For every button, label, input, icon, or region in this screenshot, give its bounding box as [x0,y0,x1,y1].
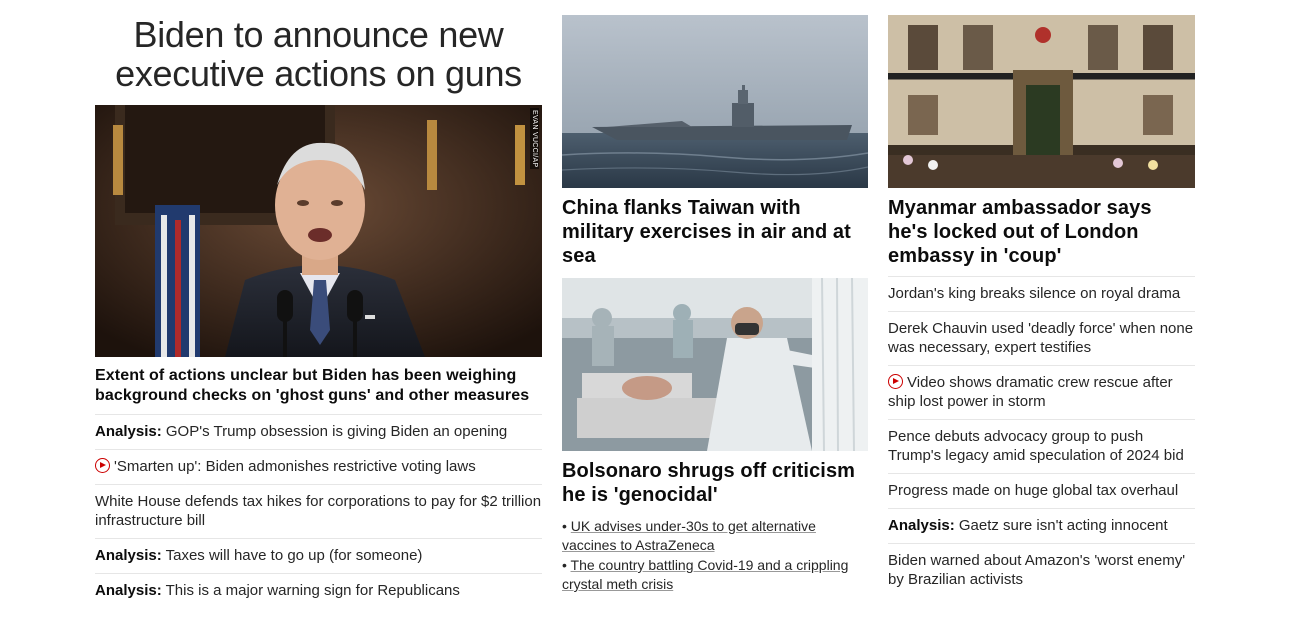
list-item[interactable]: • The country battling Covid-19 and a cr… [562,556,868,595]
list-item[interactable]: 'Smarten up': Biden admonishes restricti… [95,449,542,484]
link-text[interactable]: Gaetz sure isn't acting innocent [959,517,1168,534]
list-item[interactable]: Progress made on huge global tax overhau… [888,473,1195,508]
analysis-label: Analysis: [888,517,955,534]
myanmar-embassy-image[interactable] [888,15,1195,188]
left-related-links: Analysis: GOP's Trump obsession is givin… [95,414,542,608]
link-text[interactable]: Progress made on huge global tax overhau… [888,482,1178,499]
list-item[interactable]: Analysis: Gaetz sure isn't acting innoce… [888,508,1195,543]
list-item[interactable]: Biden warned about Amazon's 'worst enemy… [888,543,1195,597]
bolsonaro-headline[interactable]: Bolsonaro shrugs off criticism he is 'ge… [562,451,868,517]
lead-headline[interactable]: Biden to announce new executive actions … [95,15,542,105]
list-item[interactable]: White House defends tax hikes for corpor… [95,484,542,538]
bolsonaro-related-bullets: • UK advises under-30s to get alternativ… [562,517,868,595]
link-text[interactable]: Jordan's king breaks silence on royal dr… [888,285,1180,302]
analysis-label: Analysis: [95,582,162,599]
biden-podium-photo [95,105,542,357]
china-carrier-image[interactable] [562,15,868,188]
list-item[interactable]: Jordan's king breaks silence on royal dr… [888,276,1195,311]
hospital-ward-photo [562,278,868,451]
aircraft-carrier-photo [562,15,868,188]
bullet-link[interactable]: The country battling Covid-19 and a crip… [562,557,848,592]
analysis-label: Analysis: [95,423,162,440]
link-text[interactable]: White House defends tax hikes for corpor… [95,493,541,529]
bullet-link[interactable]: UK advises under-30s to get alternative … [562,518,816,553]
list-item[interactable]: Analysis: Taxes will have to go up (for … [95,538,542,573]
list-item[interactable]: Analysis: This is a major warning sign f… [95,573,542,608]
china-taiwan-headline[interactable]: China flanks Taiwan with military exerci… [562,188,868,278]
link-text[interactable]: This is a major warning sign for Republi… [166,582,460,599]
link-text[interactable]: GOP's Trump obsession is giving Biden an… [166,423,507,440]
list-item[interactable]: Analysis: GOP's Trump obsession is givin… [95,414,542,449]
link-text[interactable]: Taxes will have to go up (for someone) [166,547,423,564]
lead-caption[interactable]: Extent of actions unclear but Biden has … [95,357,542,414]
image-credit: EVAN VUCCI/AP [530,108,539,170]
lead-story: Biden to announce new executive actions … [95,15,542,608]
link-text[interactable]: Video shows dramatic crew rescue after s… [888,374,1173,410]
bolsonaro-image[interactable] [562,278,868,451]
middle-column: China flanks Taiwan with military exerci… [562,15,868,595]
link-text[interactable]: Pence debuts advocacy group to push Trum… [888,428,1184,464]
link-text[interactable]: 'Smarten up': Biden admonishes restricti… [114,458,476,475]
video-play-icon [95,458,110,473]
right-column: Myanmar ambassador says he's locked out … [888,15,1195,597]
list-item[interactable]: Video shows dramatic crew rescue after s… [888,365,1195,419]
embassy-building-photo [888,15,1195,188]
list-item[interactable]: • UK advises under-30s to get alternativ… [562,517,868,556]
video-play-icon [888,374,903,389]
right-related-links: Jordan's king breaks silence on royal dr… [888,276,1195,597]
list-item[interactable]: Pence debuts advocacy group to push Trum… [888,419,1195,473]
link-text[interactable]: Biden warned about Amazon's 'worst enemy… [888,552,1185,588]
link-text[interactable]: Derek Chauvin used 'deadly force' when n… [888,320,1193,356]
list-item[interactable]: Derek Chauvin used 'deadly force' when n… [888,311,1195,365]
lead-image-biden[interactable]: EVAN VUCCI/AP [95,105,542,357]
myanmar-headline[interactable]: Myanmar ambassador says he's locked out … [888,188,1195,276]
analysis-label: Analysis: [95,547,162,564]
